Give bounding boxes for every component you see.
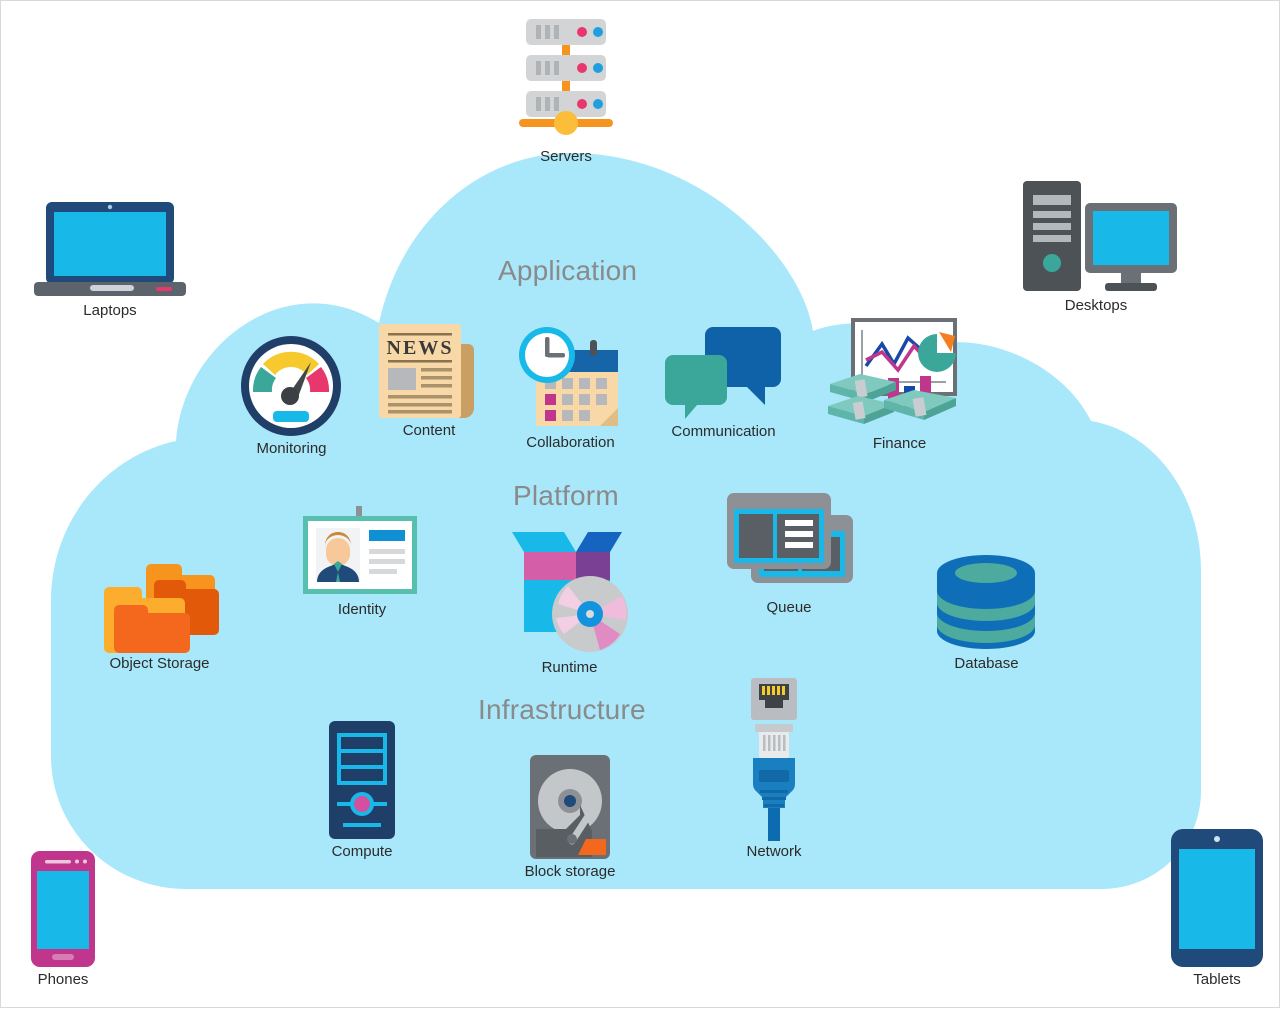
node-label: Compute [331, 843, 393, 860]
node-queue[interactable]: Queue [723, 491, 855, 617]
node-finance[interactable]: Finance [828, 316, 971, 453]
node-runtime[interactable]: Runtime [502, 522, 637, 677]
speech-bubbles-icon [665, 327, 781, 419]
node-label: Queue [766, 599, 812, 616]
server-tower-icon [329, 721, 395, 839]
node-network[interactable]: Network [737, 678, 811, 861]
database-cylinder-icon [937, 555, 1035, 649]
id-card-icon [303, 506, 417, 594]
node-compute[interactable]: Compute [323, 719, 401, 861]
node-label: Database [954, 655, 1019, 672]
money-charts-icon [828, 318, 957, 424]
layer-title-platform: Platform [513, 480, 619, 511]
node-label: Tablets [1193, 971, 1241, 988]
node-object-storage[interactable]: Object Storage [93, 556, 226, 673]
node-label: Object Storage [109, 655, 210, 672]
box-disc-icon [512, 532, 628, 652]
node-laptops[interactable]: Laptops [34, 198, 186, 320]
desktop-computer-icon [1023, 181, 1177, 291]
node-block-storage[interactable]: Block storage [524, 753, 616, 881]
node-label: Content [402, 422, 456, 439]
node-label: Monitoring [256, 440, 327, 457]
folders-icon [104, 564, 219, 653]
node-label: Runtime [541, 659, 598, 676]
ethernet-cable-icon [751, 678, 797, 841]
node-label: Collaboration [526, 434, 615, 451]
node-label: Laptops [83, 302, 137, 319]
node-communication[interactable]: Communication [661, 325, 786, 441]
node-label: Desktops [1064, 297, 1128, 314]
node-label: Network [746, 843, 802, 860]
node-identity[interactable]: Identity [301, 506, 423, 619]
node-collaboration[interactable]: Collaboration [512, 324, 629, 452]
node-desktops[interactable]: Desktops [1011, 179, 1181, 315]
laptop-icon [34, 202, 186, 296]
node-monitoring[interactable]: Monitoring [239, 334, 344, 458]
stacked-windows-icon [727, 493, 853, 583]
node-label: Finance [872, 435, 927, 452]
node-database[interactable]: Database [933, 555, 1040, 673]
node-servers[interactable]: Servers [506, 11, 626, 166]
calendar-clock-icon [519, 327, 618, 426]
node-content[interactable]: NEWS Content [374, 320, 484, 440]
hard-disk-icon [530, 755, 610, 859]
layer-title-infrastructure: Infrastructure [478, 694, 646, 725]
gauge-icon [241, 336, 341, 436]
newspaper-icon: NEWS [379, 324, 474, 418]
layer-title-application: Application [498, 255, 638, 286]
servers-rack-icon [519, 19, 613, 135]
node-label: Communication [671, 423, 776, 440]
node-label: Block storage [524, 863, 616, 880]
svg-text:NEWS: NEWS [387, 337, 454, 359]
node-tablets[interactable]: Tablets [1167, 827, 1267, 989]
diagram-canvas: Application Platform Infrastructure Serv… [1, 1, 1279, 1007]
tablet-icon [1171, 829, 1263, 967]
node-phones[interactable]: Phones [19, 849, 107, 989]
node-label: Phones [37, 971, 89, 988]
cloud-shape [51, 153, 1201, 889]
node-label: Servers [540, 148, 592, 165]
smartphone-icon [31, 851, 95, 967]
node-label: Identity [337, 601, 387, 618]
